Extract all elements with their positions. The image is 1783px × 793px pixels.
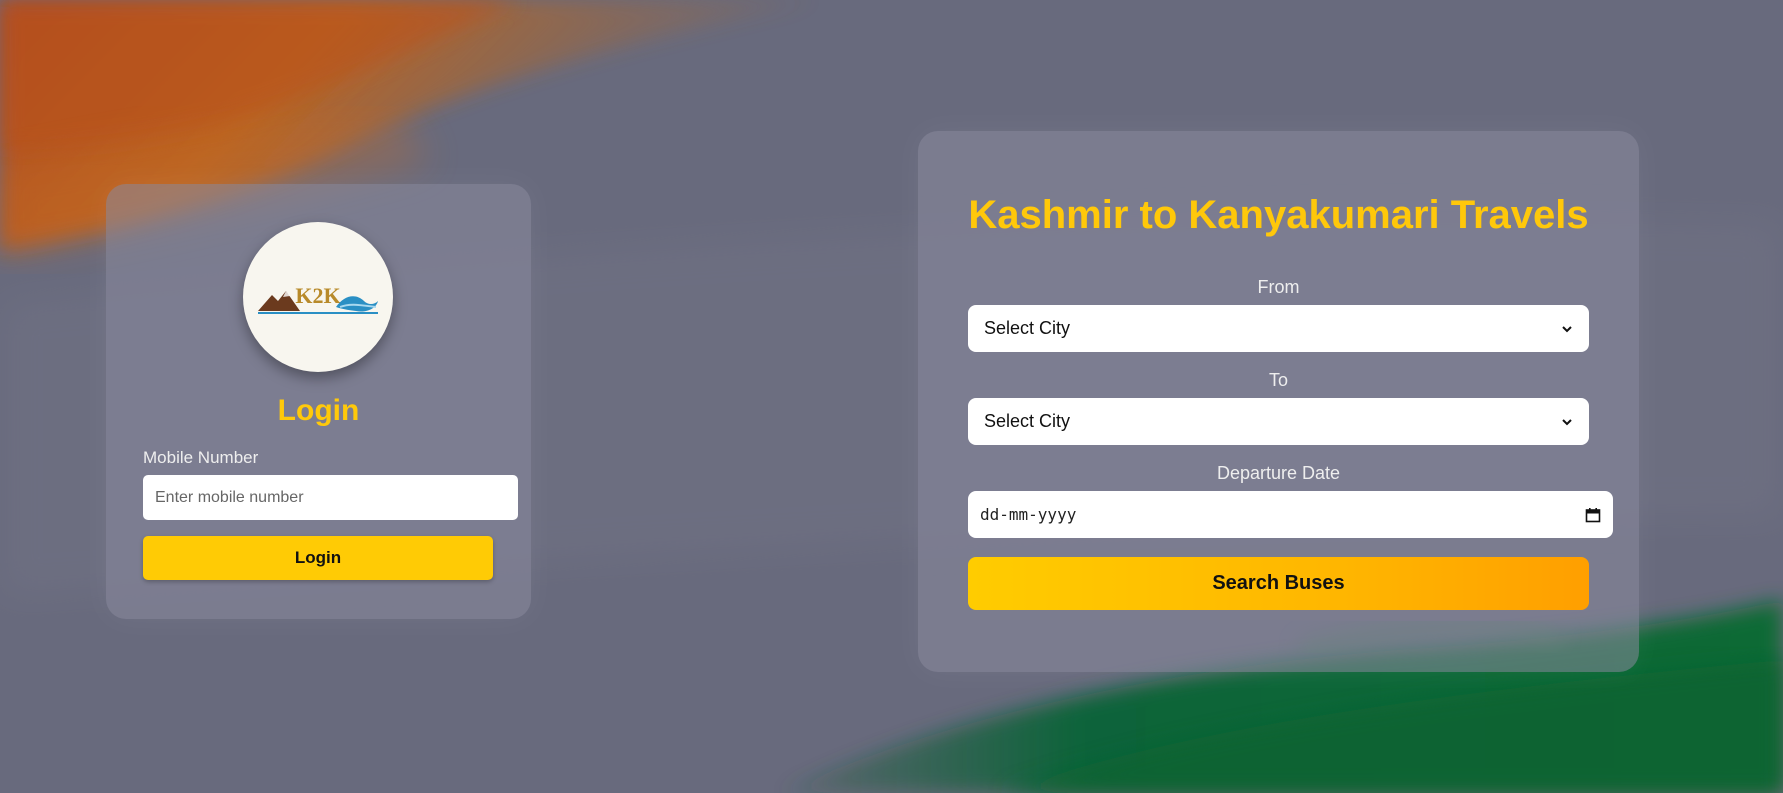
page-title: Kashmir to Kanyakumari Travels [968, 193, 1589, 237]
login-card: K2K Login Mobile Number Login [106, 184, 531, 619]
mobile-number-input[interactable] [143, 475, 518, 520]
from-city-value: Select City [984, 318, 1071, 338]
calendar-icon[interactable] [1585, 507, 1601, 523]
login-title: Login [277, 394, 360, 427]
login-button[interactable]: Login [143, 536, 493, 580]
company-logo: K2K [243, 222, 393, 372]
search-buses-button[interactable]: Search Buses [968, 557, 1589, 610]
bus-search-card: Kashmir to Kanyakumari Travels From Sele… [918, 131, 1639, 672]
from-label: From [1257, 277, 1300, 297]
to-label: To [1268, 370, 1288, 390]
departure-date-input[interactable]: dd-mm-yyyy [968, 491, 1613, 538]
mobile-number-label: Mobile Number [143, 448, 259, 467]
chevron-down-icon [1562, 418, 1572, 425]
k2k-logo-icon: K2K [258, 283, 378, 314]
svg-text:K2K: K2K [295, 283, 340, 308]
from-city-select[interactable]: Select City [968, 305, 1589, 352]
to-city-value: Select City [984, 411, 1071, 431]
chevron-down-icon [1562, 325, 1572, 332]
departure-date-label: Departure Date [1216, 463, 1341, 483]
date-placeholder: dd-mm-yyyy [980, 505, 1077, 524]
to-city-select[interactable]: Select City [968, 398, 1589, 445]
